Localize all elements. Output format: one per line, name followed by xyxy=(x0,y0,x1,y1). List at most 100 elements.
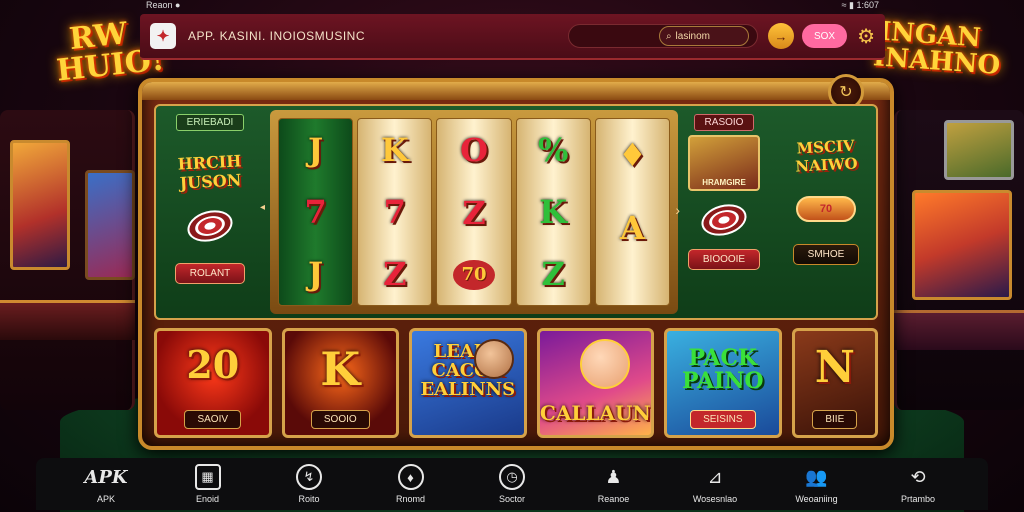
reel-1: J 7 J xyxy=(278,118,354,306)
game-tile[interactable]: K SOOIO xyxy=(281,328,400,438)
bioooie-button[interactable]: BIOOOIE xyxy=(687,249,761,270)
right-col-2: MSCIV NAIWO 70 SMHOE xyxy=(782,110,870,270)
reel-symbol: ♦ xyxy=(618,136,647,175)
diamond-icon: ♦ xyxy=(397,464,424,490)
settings-icon[interactable]: ⚙ xyxy=(857,24,875,49)
game-tile[interactable]: PACK PAINO SEISINS xyxy=(664,328,782,438)
arcade-screen xyxy=(944,120,1014,180)
nav-label: Rnomd xyxy=(395,494,425,504)
reel-symbol: 70 xyxy=(453,259,495,290)
reel-symbol: 7 xyxy=(304,193,327,231)
sox-button[interactable]: SOX xyxy=(801,24,848,48)
nav-item-prtambo[interactable]: ⟲ Prtambo xyxy=(878,464,958,505)
tile-art: 20 xyxy=(186,342,240,387)
game-tile[interactable]: 20 SAOIV xyxy=(154,328,272,438)
right-panel-tag: RASOIO xyxy=(693,114,755,131)
right-promo-text: MSCIV NAIWO xyxy=(794,136,859,176)
tile-art: PACK PAINO xyxy=(682,345,764,395)
status-bar: Reaon ● ≈ ▮ 1:607 xyxy=(140,0,885,12)
right-side-panel: RASOIO HRAMGIRE BIOOOIE MSCIV NAIWO 70 S… xyxy=(680,110,870,314)
arcade-panel xyxy=(0,300,135,340)
arcade-screen xyxy=(912,190,1012,300)
nav-label: Enoid xyxy=(195,494,220,504)
reel-symbol: K xyxy=(380,131,409,169)
flag-icon: ⊿ xyxy=(707,466,723,487)
featured-game-art[interactable]: HRAMGIRE xyxy=(688,135,760,191)
reel-symbol: J xyxy=(308,131,324,169)
game-tile[interactable]: CALLAUN xyxy=(536,328,655,438)
game-tiles: 20 SAOIV K SOOIO LEALO CACCK EALINNS CAL… xyxy=(154,328,879,438)
nav-label: Prtambo xyxy=(900,494,935,504)
machine-top-trim xyxy=(142,82,890,100)
refresh-icon: ⟲ xyxy=(910,466,926,487)
rolant-button[interactable]: ROLANT xyxy=(174,263,246,284)
reel-symbol: A xyxy=(620,208,645,247)
casino-chip-icon xyxy=(183,205,237,247)
tile-label: BIIE xyxy=(812,410,858,429)
reel-5: ♦ A xyxy=(594,118,671,306)
app-title: APP. KASINI. INOIOSMUSINC xyxy=(188,29,365,43)
reel-symbol: Z xyxy=(462,193,486,232)
tile-art: K xyxy=(320,342,361,396)
right-panel-columns: RASOIO HRAMGIRE BIOOOIE MSCIV NAIWO 70 S… xyxy=(680,110,870,270)
nav-label: Reanoe xyxy=(597,494,630,504)
search-box[interactable]: ⌕ xyxy=(658,26,749,46)
game-tile[interactable]: N BIIE xyxy=(791,328,879,438)
nav-item-wosesnlao[interactable]: ⊿ Wosesnlao xyxy=(675,464,755,505)
reel-symbol: 7 xyxy=(383,193,406,231)
left-arcade-machine xyxy=(0,110,135,410)
arcade-screen xyxy=(10,140,70,270)
right-arcade-machine xyxy=(894,110,1024,410)
character-avatar xyxy=(579,339,630,389)
reel-2: K 7 Z xyxy=(357,118,433,306)
forward-button[interactable]: → xyxy=(767,23,794,49)
nav-item-enoid[interactable]: ▦ Enoid xyxy=(168,464,248,504)
coin-badge: 70 xyxy=(796,196,856,222)
nav-item-soctor[interactable]: ◷ Soctor xyxy=(472,464,552,504)
nav-item-weoaniing[interactable]: 👥 Weoaniing xyxy=(777,464,857,505)
tile-art: CALLAUN xyxy=(539,401,651,425)
status-left: Reaon ● xyxy=(146,0,181,10)
app-logo[interactable]: ✦ xyxy=(150,23,176,49)
reel-symbol: J xyxy=(308,255,324,293)
game-area: ERIEBADI HRCIH JUSON ROLANT ◂ J 7 J K 7 … xyxy=(154,104,878,320)
reel-symbol: O xyxy=(460,131,488,170)
nav-item-rnomd[interactable]: ♦ Rnomd xyxy=(371,464,451,504)
nav-label: Wosesnlao xyxy=(692,494,738,504)
reel-3: O Z 70 xyxy=(436,118,512,306)
neon-sign-left: RW HUIO! xyxy=(54,16,166,89)
nav-label: APK xyxy=(96,494,115,504)
left-side-panel: ERIEBADI HRCIH JUSON ROLANT xyxy=(162,110,258,314)
tile-label: SAOIV xyxy=(184,410,242,429)
reel-symbol: Z xyxy=(541,255,565,293)
reel-4: % K Z xyxy=(515,118,591,306)
arcade-screen xyxy=(85,170,135,280)
left-panel-tag: ERIEBADI xyxy=(175,114,245,131)
reel-symbol: K xyxy=(539,193,568,231)
apk-logo-icon: APK xyxy=(84,466,128,488)
reels-frame: J 7 J K 7 Z O Z 70 % K Z ♦ A xyxy=(270,110,678,314)
right-col-1: RASOIO HRAMGIRE BIOOOIE xyxy=(680,110,768,270)
arcade-panel xyxy=(894,310,1024,350)
nav-item-reanoe[interactable]: ♟ Reanoe xyxy=(574,464,654,505)
slot-machine: ↻ ERIEBADI HRCIH JUSON ROLANT ◂ J 7 J K … xyxy=(138,74,894,450)
left-arrow-icon[interactable]: ◂ xyxy=(260,202,265,213)
reel-symbol: % xyxy=(538,131,569,169)
status-right: ≈ ▮ 1:607 xyxy=(841,0,879,10)
search-input[interactable] xyxy=(675,30,736,42)
character-avatar xyxy=(473,339,514,379)
poker-chips-icon xyxy=(697,199,751,241)
app-header: ✦ APP. KASINI. INOIOSMUSINC ⌕ → SOX ⚙ xyxy=(140,14,885,60)
smhoe-button[interactable]: SMHOE xyxy=(792,244,860,265)
clock-icon: ◷ xyxy=(499,464,525,490)
left-promo-text: HRCIH JUSON xyxy=(177,151,242,193)
neon-sign-right: INGAN INAHNO xyxy=(872,16,1002,81)
nav-item-roito[interactable]: ↯ Roito xyxy=(269,464,349,504)
bolt-icon: ↯ xyxy=(296,464,322,490)
nav-label: Roito xyxy=(298,494,320,504)
person-icon: ♟ xyxy=(605,466,622,487)
nav-item-apk[interactable]: APK APK xyxy=(66,464,146,505)
reel-symbol: Z xyxy=(383,255,407,293)
game-tile[interactable]: LEALO CACCK EALINNS xyxy=(409,328,527,438)
search-bar[interactable]: ⌕ xyxy=(567,24,758,48)
